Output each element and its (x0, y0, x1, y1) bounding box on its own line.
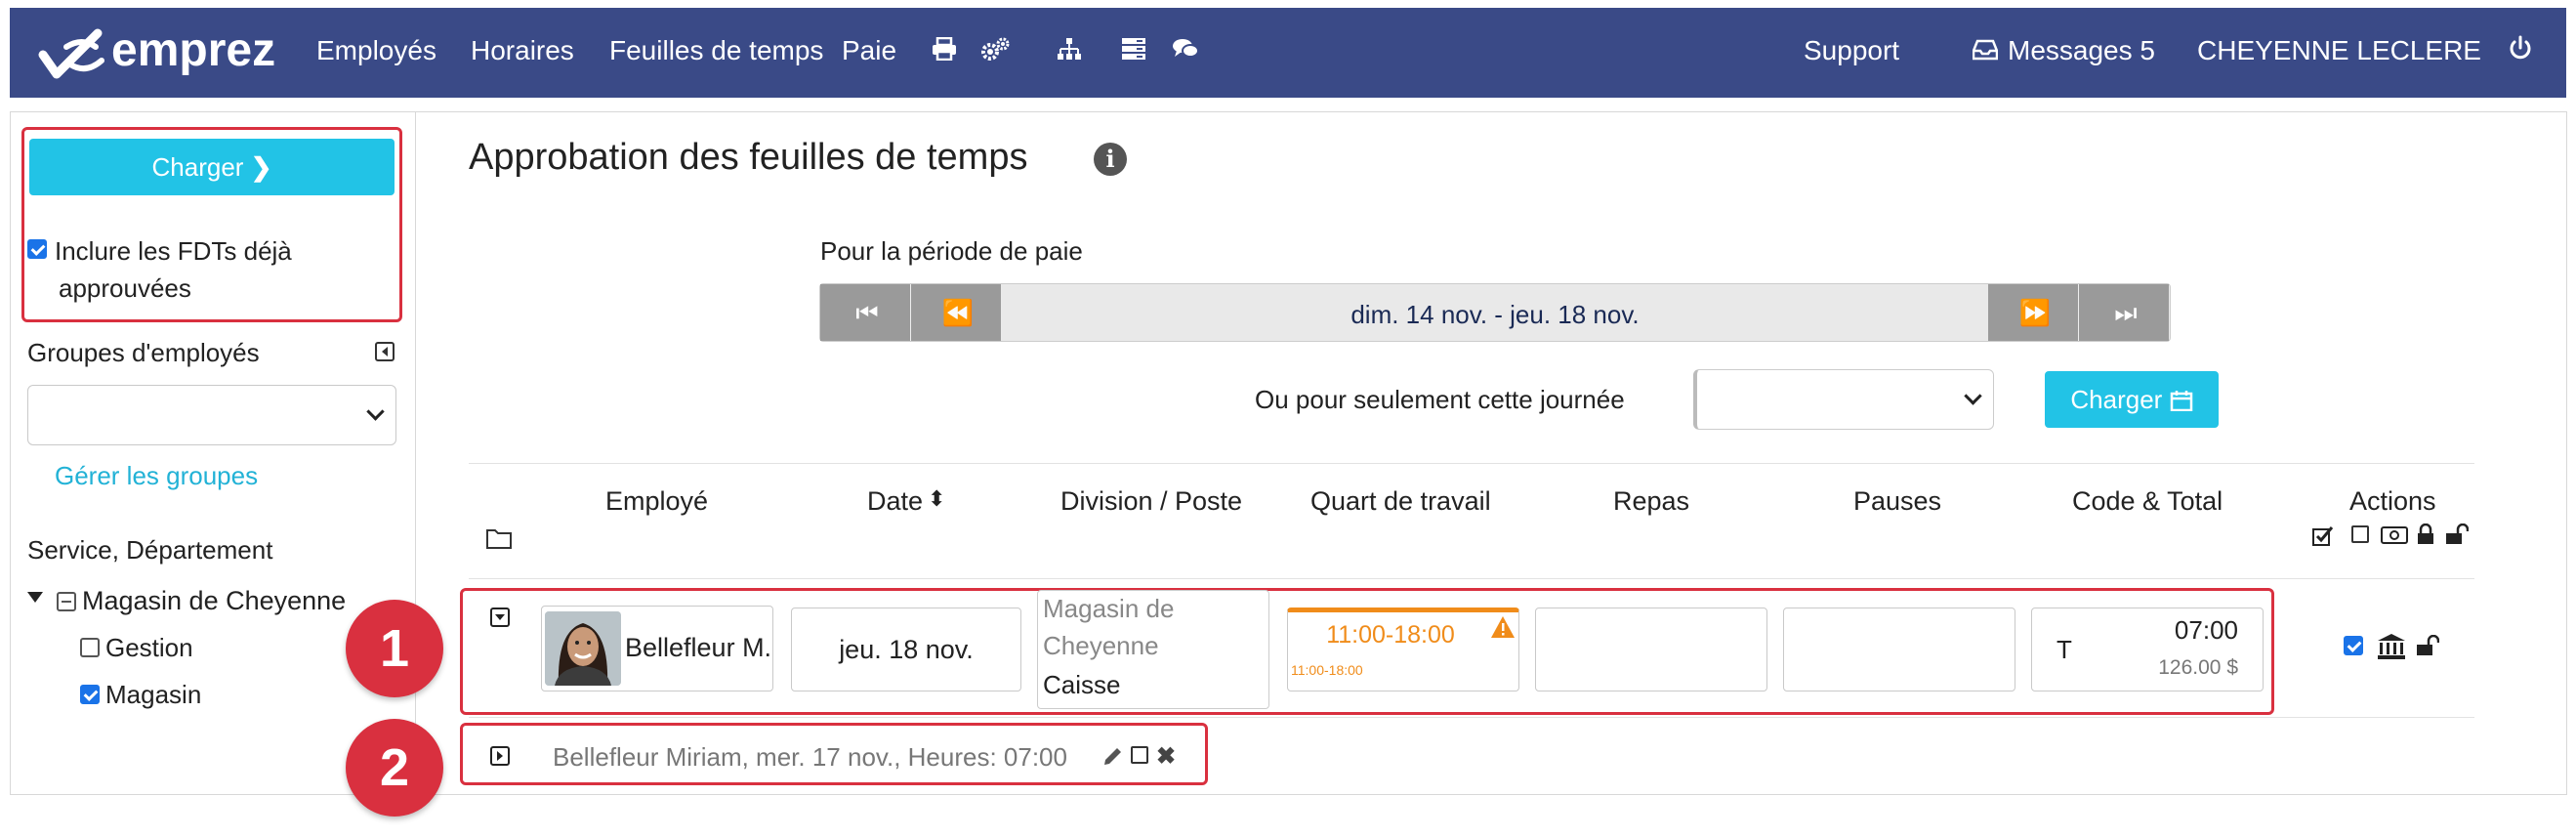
tree-gestion-checkbox[interactable] (80, 638, 100, 657)
bank-icon[interactable] (2377, 633, 2406, 665)
check-all-icon[interactable] (2312, 525, 2334, 552)
server-icon[interactable] (1121, 37, 1146, 61)
division-line-2: Cheyenne (1043, 631, 1159, 660)
collapsed-row-summary: Bellefleur Miriam, mer. 17 nov., Heures:… (553, 742, 1067, 772)
folder-icon[interactable] (486, 527, 512, 554)
tree-partial-checkbox[interactable] (57, 592, 76, 611)
nav-feuilles-de-temps[interactable]: Feuilles de temps (609, 35, 823, 66)
manage-groups-link[interactable]: Gérer les groupes (55, 461, 258, 491)
inbox-icon (1973, 39, 1998, 61)
load-button[interactable]: Charger ❯ (29, 139, 395, 195)
post-label: Caisse (1043, 670, 1121, 699)
row-date: jeu. 18 nov. (839, 635, 974, 664)
collapse-sidebar-icon[interactable] (375, 342, 395, 361)
shift-cell[interactable] (1287, 608, 1519, 691)
info-icon[interactable]: i (1094, 143, 1127, 176)
service-department-label: Service, Département (27, 535, 273, 565)
money-icon[interactable] (2381, 525, 2408, 550)
comments-icon[interactable] (1172, 37, 1199, 61)
nav-support[interactable]: Support (1804, 35, 1899, 66)
sort-icon[interactable]: ⬍ (928, 486, 945, 512)
last-period-icon[interactable]: ⏭ (2079, 284, 2169, 341)
nav-employes[interactable]: Employés (316, 35, 436, 66)
page-title: Approbation des feuilles de temps (469, 137, 1028, 178)
next-period-icon[interactable]: ⏩ (1988, 284, 2079, 341)
pay-period-label: Pour la période de paie (820, 236, 1083, 266)
col-division: Division / Poste (1060, 486, 1243, 516)
shift-time: 11:00-18:00 (1326, 621, 1455, 649)
lock-icon[interactable] (2416, 523, 2435, 550)
pay-period-range: dim. 14 nov. - jeu. 18 nov. (1350, 300, 1640, 329)
total-hours: 07:00 (2174, 615, 2238, 645)
emprez-logo-mark (38, 28, 104, 79)
expand-row-icon[interactable] (490, 746, 510, 766)
unlock-icon[interactable] (2445, 523, 2470, 550)
tree-root-label: Magasin de Cheyenne (82, 586, 347, 615)
pay-period-pager: ⏮ ⏪ dim. 14 nov. - jeu. 18 nov. ⏩ ⏭ (819, 283, 2171, 342)
nav-messages[interactable]: Messages 5 (2008, 35, 2155, 66)
calendar-icon (2170, 391, 2192, 412)
employee-groups-label: Groupes d'employés (27, 338, 260, 367)
print-icon[interactable] (932, 37, 957, 61)
row-checkbox-icon[interactable] (1131, 746, 1148, 764)
emprez-logo[interactable]: emprez (37, 21, 291, 84)
divider (469, 578, 2474, 579)
avatar (545, 611, 621, 686)
nav-paie[interactable]: Paie (842, 35, 896, 66)
tree-expand-icon[interactable] (27, 592, 43, 603)
sitemap-icon[interactable] (1057, 37, 1082, 61)
pay-code: T (2057, 635, 2072, 664)
chevron-down-icon (366, 402, 385, 421)
divider (469, 717, 2474, 718)
single-day-select[interactable] (1693, 369, 1994, 430)
callout-badge-1: 1 (346, 600, 443, 697)
unlock-icon[interactable] (2416, 634, 2440, 661)
employee-groups-select[interactable] (27, 385, 396, 445)
breaks-cell[interactable] (1783, 608, 2015, 691)
tree-gestion-label: Gestion (105, 633, 193, 662)
brand-name: emprez (111, 24, 276, 76)
power-icon[interactable] (2508, 35, 2533, 63)
callout-badge-2: 2 (346, 719, 443, 817)
cogs-icon[interactable] (980, 37, 1010, 63)
tree-magasin-checkbox[interactable] (80, 685, 100, 704)
nav-user[interactable]: CHEYENNE LECLERE (2197, 35, 2481, 66)
col-code-total: Code & Total (2072, 486, 2223, 516)
warning-icon[interactable] (1490, 615, 1516, 644)
approve-checkbox[interactable] (2344, 636, 2363, 655)
meals-cell[interactable] (1535, 608, 1767, 691)
division-line-1: Magasin de (1043, 594, 1175, 623)
chevron-right-icon: ❯ (250, 152, 272, 182)
employee-name: Bellefleur M. (625, 633, 772, 662)
collapse-row-icon[interactable] (490, 608, 510, 627)
single-day-label: Ou pour seulement cette journée (1255, 385, 1625, 414)
shift-time-small: 11:00-18:00 (1291, 662, 1363, 678)
col-shift: Quart de travail (1310, 486, 1491, 516)
close-icon[interactable]: ✖ (1156, 742, 1176, 771)
col-date[interactable]: Date (867, 486, 923, 517)
nav-horaires[interactable]: Horaires (471, 35, 574, 66)
include-approved-label-2: approuvées (59, 273, 191, 303)
tree-magasin-label: Magasin (105, 680, 202, 709)
chevron-down-icon (1964, 387, 1982, 405)
col-breaks: Pauses (1853, 486, 1942, 516)
top-navbar: emprez Employés Horaires Feuilles de tem… (10, 8, 2566, 98)
total-amount: 126.00 $ (2158, 656, 2238, 679)
day-load-button[interactable]: Charger (2045, 371, 2219, 428)
uncheck-all-icon[interactable] (2351, 525, 2369, 543)
include-approved-checkbox[interactable] (27, 239, 47, 259)
include-approved-label: Inclure les FDTs déjà (55, 236, 292, 266)
pencil-icon[interactable] (1101, 746, 1123, 773)
col-employee: Employé (605, 486, 709, 516)
col-meals: Repas (1613, 486, 1690, 516)
load-button-label: Charger (151, 152, 244, 182)
day-load-button-label: Charger (2070, 385, 2163, 414)
col-actions: Actions (2349, 486, 2436, 516)
divider (469, 463, 2474, 464)
